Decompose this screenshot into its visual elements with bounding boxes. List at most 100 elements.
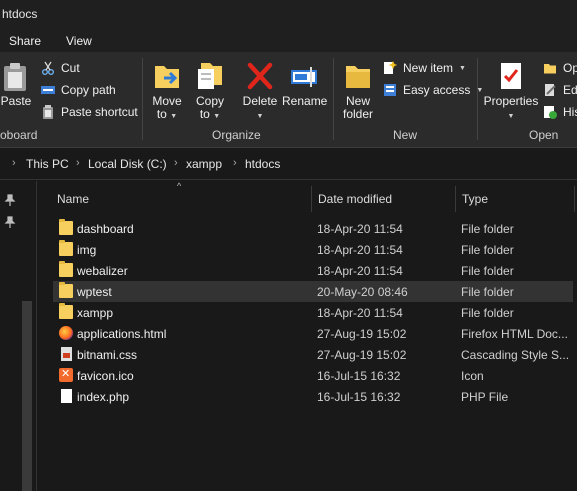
sort-up-icon: ^	[177, 181, 182, 191]
xampp-icon	[59, 367, 73, 382]
firefox-icon	[59, 326, 73, 340]
copy-path-label: Copy path	[61, 83, 116, 97]
breadcrumb-xampp[interactable]: xampp	[186, 157, 222, 171]
file-name: bitnami.css	[77, 348, 138, 362]
file-date: 27-Aug-19 15:02	[317, 348, 407, 362]
navigation-pane	[0, 181, 37, 491]
ribbon-tabs: Share View	[0, 30, 577, 52]
history-label: His	[563, 105, 577, 119]
chevron-right-icon[interactable]: ›	[76, 157, 80, 169]
folder-icon	[59, 240, 73, 256]
paste-shortcut-button[interactable]: Paste shortcut	[41, 105, 138, 119]
edit-icon	[545, 84, 556, 96]
file-name: favicon.ico	[77, 369, 134, 383]
open-group-label: Open	[529, 128, 559, 142]
paste-shortcut-icon	[43, 105, 53, 119]
chevron-down-icon: ▼	[170, 113, 178, 120]
file-row-favicon-ico[interactable]: favicon.ico 16-Jul-15 16:32 Icon	[53, 365, 573, 386]
cut-button[interactable]: Cut	[41, 61, 80, 75]
chevron-right-icon[interactable]: ›	[174, 157, 178, 169]
file-row-bitnami-css[interactable]: bitnami.css 27-Aug-19 15:02 Cascading St…	[53, 344, 573, 365]
file-name: applications.html	[77, 327, 167, 341]
tab-share[interactable]: Share	[9, 34, 41, 48]
easy-access-button[interactable]: Easy access ▼	[383, 83, 483, 97]
new-folder-button[interactable]: New folder	[341, 60, 375, 121]
title-bar: htdocs	[0, 0, 577, 30]
file-row-img[interactable]: img 18-Apr-20 11:54 File folder	[53, 239, 573, 260]
file-row-webalizer[interactable]: webalizer 18-Apr-20 11:54 File folder	[53, 260, 573, 281]
file-row-index-php[interactable]: index.php 16-Jul-15 16:32 PHP File	[53, 386, 573, 407]
column-divider[interactable]	[574, 186, 575, 212]
css-file-icon	[61, 347, 72, 361]
file-type: File folder	[461, 243, 514, 257]
copy-to-icon	[198, 63, 222, 89]
file-list: ^ Name Date modified Type dashboard 18-A…	[37, 181, 577, 491]
rename-button[interactable]: Rename	[282, 60, 327, 108]
column-divider[interactable]	[455, 186, 456, 212]
clipboard-group-label: oboard	[0, 128, 38, 142]
file-date: 18-Apr-20 11:54	[317, 306, 403, 320]
file-row-dashboard[interactable]: dashboard 18-Apr-20 11:54 File folder	[53, 218, 573, 239]
breadcrumb-htdocs[interactable]: htdocs	[245, 157, 280, 171]
file-name: webalizer	[77, 264, 128, 278]
pin-icon	[4, 216, 16, 228]
edit-button[interactable]: Edi	[543, 83, 577, 97]
edit-label: Edi	[563, 83, 577, 97]
column-header-name[interactable]: Name	[57, 192, 89, 206]
new-item-button[interactable]: New item ▼	[383, 61, 466, 75]
new-item-icon	[384, 61, 397, 74]
move-to-label-1: Move	[152, 94, 182, 108]
open-button[interactable]: Op	[543, 61, 577, 75]
file-name: dashboard	[77, 222, 134, 236]
chevron-down-icon: ▼	[507, 113, 515, 120]
file-row-wptest[interactable]: wptest 20-May-20 08:46 File folder	[53, 281, 573, 302]
file-row-xampp[interactable]: xampp 18-Apr-20 11:54 File folder	[53, 302, 573, 323]
move-to-button[interactable]: Move to ▼	[150, 60, 184, 123]
new-item-label: New item	[403, 61, 454, 75]
file-type: Firefox HTML Doc...	[461, 327, 568, 341]
file-type: File folder	[461, 264, 514, 278]
copy-to-label-1: Copy	[195, 94, 224, 108]
column-divider[interactable]	[311, 186, 312, 212]
history-icon	[544, 106, 557, 119]
breadcrumb-local-disk[interactable]: Local Disk (C:)	[88, 157, 167, 171]
file-name: wptest	[77, 285, 112, 299]
address-bar[interactable]: › This PC › Local Disk (C:) › xampp › ht…	[0, 148, 577, 180]
file-row-applications-html[interactable]: applications.html 27-Aug-19 15:02 Firefo…	[53, 323, 573, 344]
delete-label: Delete	[242, 94, 278, 108]
copy-to-button[interactable]: Copy to ▼	[193, 60, 227, 123]
column-header-date[interactable]: Date modified	[318, 192, 392, 206]
group-divider	[142, 58, 143, 140]
breadcrumb-this-pc[interactable]: This PC	[26, 157, 69, 171]
file-name: xampp	[77, 306, 114, 320]
open-label: Op	[563, 61, 577, 75]
folder-icon	[59, 282, 73, 298]
copy-path-button[interactable]: Copy path	[41, 83, 116, 97]
column-header-type[interactable]: Type	[462, 192, 488, 206]
move-to-icon	[155, 66, 179, 88]
file-name: img	[77, 243, 97, 257]
file-icon	[61, 389, 72, 403]
file-date: 20-May-20 08:46	[317, 285, 408, 299]
move-to-label-2: to	[156, 107, 167, 121]
ribbon: Paste Cut Copy path Paste shortcut oboar…	[0, 52, 577, 148]
file-date: 18-Apr-20 11:54	[317, 222, 403, 236]
file-type: File folder	[461, 306, 514, 320]
properties-icon	[501, 63, 521, 89]
file-date: 18-Apr-20 11:54	[317, 243, 403, 257]
nav-scrollbar[interactable]	[22, 301, 32, 491]
history-button[interactable]: His	[543, 105, 577, 119]
clipboard-icon	[4, 63, 26, 91]
paste-button[interactable]: Paste	[0, 62, 32, 108]
properties-button[interactable]: Properties ▼	[482, 60, 540, 123]
delete-button[interactable]: Delete ▼	[240, 60, 280, 123]
easy-access-icon	[384, 84, 396, 96]
folder-icon	[59, 303, 73, 319]
delete-icon	[247, 62, 273, 90]
tab-view[interactable]: View	[66, 34, 92, 48]
file-type: Icon	[461, 369, 484, 383]
chevron-right-icon: ›	[12, 157, 16, 169]
folder-icon	[59, 261, 73, 277]
chevron-right-icon[interactable]: ›	[233, 157, 237, 169]
rename-icon	[291, 67, 317, 87]
